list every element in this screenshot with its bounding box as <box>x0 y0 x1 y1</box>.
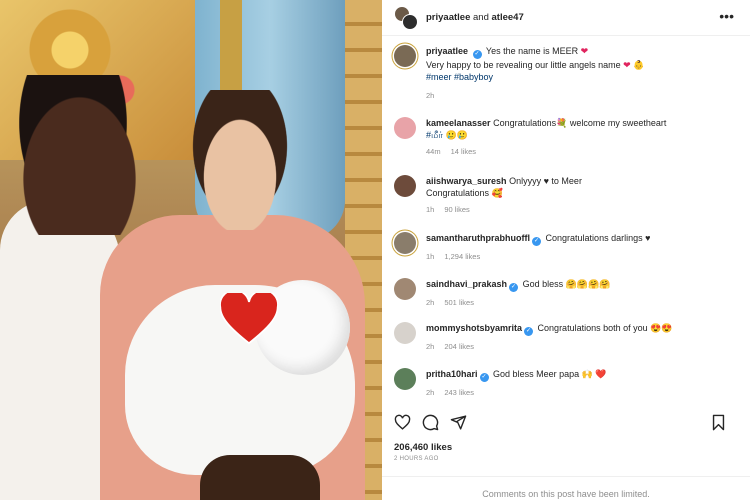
heart-icon[interactable] <box>394 414 411 431</box>
comment-text: Onlyyyy ♥ to Meer <box>509 176 582 186</box>
likes-count[interactable]: 206,460 likes <box>394 442 452 453</box>
post-photo[interactable] <box>0 0 382 500</box>
comment-user[interactable]: pritha10hari <box>426 369 478 379</box>
share-icon[interactable] <box>450 414 467 431</box>
comment-text: Congratulations💐 welcome my sweetheart <box>493 118 667 128</box>
bookmark-icon[interactable] <box>710 414 727 431</box>
comment-likes[interactable]: 90 likes <box>444 205 469 214</box>
comment-icon[interactable] <box>422 414 439 431</box>
comment-likes[interactable]: 501 likes <box>444 298 474 307</box>
woman-head <box>185 90 295 230</box>
collab-avatars[interactable] <box>394 5 418 30</box>
comment-row: saindhavi_prakash ✓ God bless 🤗🤗🤗🤗 2h 501 … <box>394 278 738 307</box>
comment-row: pritha10hari ✓ God bless Meer papa 🙌 ❤️ 2… <box>394 368 738 397</box>
comments-limited-notice: Comments on this post have been limited. <box>482 489 650 499</box>
action-bar <box>394 412 738 432</box>
caption: priyaatlee ✓ Yes the name is MEER ❤ Very… <box>394 45 738 100</box>
avatar[interactable] <box>394 232 416 254</box>
comment-user[interactable]: kameelanasser <box>426 118 491 128</box>
avatar[interactable] <box>394 175 416 197</box>
verified-icon: ✓ <box>472 50 482 59</box>
comment-likes[interactable]: 1,294 likes <box>444 252 480 261</box>
heart-emoji-icon: ❤ <box>623 60 631 70</box>
comment-likes[interactable]: 204 likes <box>444 342 474 351</box>
post-sidebar: priyaatlee and atlee47 ••• priyaatlee ✓ … <box>382 0 750 500</box>
comment-text: God bless 🤗🤗🤗🤗 <box>522 279 611 289</box>
heart-sticker-icon <box>220 293 278 345</box>
comment-text: God bless Meer papa 🙌 ❤️ <box>493 369 607 379</box>
verified-icon: ✓ <box>524 327 534 336</box>
comment-likes[interactable]: 243 likes <box>444 388 474 397</box>
comment-row: kameelanasser Congratulations💐 welcome m… <box>394 117 738 156</box>
comment-text2: Congratulations 🥰 <box>426 188 503 198</box>
comment-time: 44m <box>426 147 441 156</box>
comment-user[interactable]: samantharuthprabhuoffl <box>426 233 530 243</box>
comment-time: 2h <box>426 388 435 397</box>
comment-likes[interactable]: 14 likes <box>451 147 476 156</box>
comment-text: Congratulations both of you 😍😍 <box>537 323 673 333</box>
comment-time: 1h <box>426 205 435 214</box>
caption-user[interactable]: priyaatlee <box>426 46 468 56</box>
comments-footer: Comments on this post have been limited. <box>382 476 750 500</box>
avatar[interactable] <box>394 278 416 300</box>
baby-emoji-icon: 👶 <box>633 60 645 70</box>
verified-icon: ✓ <box>479 373 489 382</box>
post-timestamp: 2 HOURS AGO <box>394 456 439 462</box>
avatar[interactable] <box>394 368 416 390</box>
verified-icon: ✓ <box>509 283 519 292</box>
comment-row: mommyshotsbyamrita ✓ Congratulations both… <box>394 322 738 351</box>
heart-emoji-icon: ❤ <box>580 46 589 56</box>
collaborator-link[interactable]: atlee47 <box>492 12 524 23</box>
author-link[interactable]: priyaatlee <box>426 12 470 23</box>
verified-icon: ✓ <box>532 237 542 246</box>
comment-user[interactable]: aiishwarya_suresh <box>426 176 507 186</box>
avatar[interactable] <box>394 322 416 344</box>
post-authors: priyaatlee and atlee47 <box>426 12 524 23</box>
comment-row: samantharuthprabhuoffl ✓ Congratulations … <box>394 232 738 261</box>
authors-connector: and <box>470 12 492 23</box>
man-head <box>8 75 138 235</box>
avatar-2 <box>402 13 418 30</box>
comment-text2: #மீர் 🥲🥲 <box>426 130 468 140</box>
comment-row: aiishwarya_suresh Onlyyyy ♥ to Meer Cong… <box>394 175 738 214</box>
comment-time: 1h <box>426 252 435 261</box>
caption-line2: Very happy to be revealing our little an… <box>426 60 621 70</box>
caption-time: 2h <box>426 91 435 100</box>
avatar[interactable] <box>394 117 416 139</box>
comment-user[interactable]: saindhavi_prakash <box>426 279 507 289</box>
ellipsis-icon[interactable]: ••• <box>719 8 734 24</box>
post-header: priyaatlee and atlee47 ••• <box>382 0 750 36</box>
comment-time: 2h <box>426 342 435 351</box>
caption-line1: Yes the name is MEER <box>485 46 579 56</box>
avatar[interactable] <box>394 45 416 67</box>
hand <box>200 455 320 500</box>
caption-hashtags[interactable]: #meer #babyboy <box>426 71 644 83</box>
comment-text: Congratulations darlings ♥ <box>545 233 651 243</box>
comment-time: 2h <box>426 298 435 307</box>
comment-user[interactable]: mommyshotsbyamrita <box>426 323 522 333</box>
